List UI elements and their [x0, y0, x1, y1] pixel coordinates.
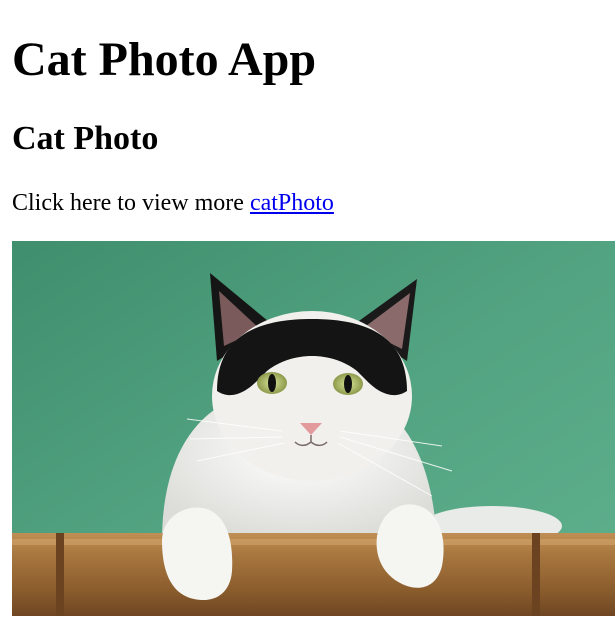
- intro-text: Click here to view more: [12, 190, 250, 216]
- cat-left-pupil: [268, 374, 276, 392]
- bamboo-node-right: [532, 533, 540, 616]
- page: Cat Photo App Cat Photo Click here to vi…: [0, 0, 615, 622]
- bamboo-node-left: [56, 533, 64, 616]
- page-title: Cat Photo App: [12, 33, 317, 86]
- bamboo-highlight: [12, 539, 615, 545]
- cat-photo-link[interactable]: catPhoto: [250, 190, 334, 216]
- intro-paragraph: Click here to view more catPhoto: [12, 189, 334, 217]
- section-heading: Cat Photo: [12, 120, 159, 157]
- bamboo-rail: [12, 533, 615, 616]
- cat-right-pupil: [344, 375, 352, 393]
- cat-photo[interactable]: [12, 241, 615, 616]
